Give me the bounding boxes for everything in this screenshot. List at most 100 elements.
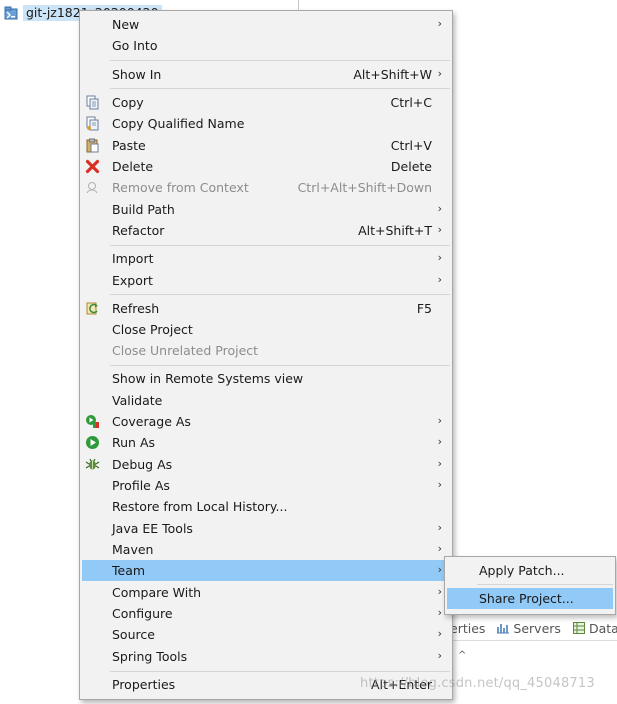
menu-item-spring-tools[interactable]: Spring Tools ›	[82, 646, 450, 667]
data-source-tab-label: Data So	[588, 620, 617, 636]
menu-item-export[interactable]: Export ›	[82, 270, 450, 291]
submenu-arrow-icon: ›	[437, 542, 442, 555]
menu-item-import[interactable]: Import ›	[82, 248, 450, 269]
delete-icon	[85, 159, 100, 174]
menu-item-label: Compare With	[112, 585, 202, 600]
menu-item-paste[interactable]: Paste Ctrl+V	[82, 135, 450, 156]
submenu-arrow-icon: ›	[437, 202, 442, 215]
view-tab-data-source[interactable]: Data So	[572, 620, 617, 636]
menu-item-validate[interactable]: Validate	[82, 390, 450, 411]
menu-item-label: Maven	[112, 542, 154, 557]
menu-item-close-project[interactable]: Close Project	[82, 319, 450, 340]
menu-item-close-unrelated-project: Close Unrelated Project	[82, 340, 450, 361]
menu-item-copy[interactable]: Copy Ctrl+C	[82, 92, 450, 113]
menu-item-team[interactable]: Team ›	[82, 560, 450, 581]
menu-item-label: Copy	[112, 95, 144, 110]
menu-item-label: Debug As	[112, 457, 173, 472]
menu-item-source[interactable]: Source ›	[82, 624, 450, 645]
run-icon	[85, 435, 100, 450]
menu-item-label: Refactor	[112, 223, 165, 238]
submenu-arrow-icon: ›	[437, 457, 442, 470]
menu-separator	[110, 60, 450, 61]
menu-item-label: Show In	[112, 67, 162, 82]
menu-item-label: Run As	[112, 435, 156, 450]
remove-from-context-icon	[85, 180, 100, 195]
menu-item-java-ee-tools[interactable]: Java EE Tools ›	[82, 518, 450, 539]
properties-tab-label: erties	[450, 620, 486, 636]
submenu-arrow-icon: ›	[437, 435, 442, 448]
submenu-arrow-icon: ›	[437, 563, 442, 576]
menu-item-show-in-remote-systems[interactable]: Show in Remote Systems view	[82, 368, 450, 389]
submenu-arrow-icon: ›	[437, 251, 442, 264]
menu-item-show-in[interactable]: Show In Alt+Shift+W ›	[82, 64, 450, 85]
menu-item-label: Paste	[112, 138, 146, 153]
project-icon	[4, 6, 18, 20]
menu-item-run-as[interactable]: Run As ›	[82, 432, 450, 453]
menu-item-remove-from-context: Remove from Context Ctrl+Alt+Shift+Down	[82, 177, 450, 198]
submenu-item-apply-patch[interactable]: Apply Patch...	[447, 560, 613, 581]
menu-item-build-path[interactable]: Build Path ›	[82, 199, 450, 220]
servers-icon	[497, 622, 510, 634]
submenu-arrow-icon: ›	[437, 273, 442, 286]
submenu-arrow-icon: ›	[437, 627, 442, 640]
menu-item-label: Remove from Context	[112, 180, 249, 195]
menu-item-refresh[interactable]: Refresh F5	[82, 298, 450, 319]
menu-item-label: Validate	[112, 393, 163, 408]
menu-item-label: Delete	[112, 159, 154, 174]
menu-item-label: Profile As	[112, 478, 170, 493]
menu-item-compare-with[interactable]: Compare With ›	[82, 582, 450, 603]
menu-item-label: Refresh	[112, 301, 160, 316]
submenu-arrow-icon: ›	[437, 223, 442, 236]
menu-separator	[110, 245, 450, 246]
submenu-arrow-icon: ›	[437, 17, 442, 30]
menu-item-shortcut: Delete	[390, 159, 432, 174]
menu-item-label: Restore from Local History...	[112, 499, 288, 514]
menu-item-label: Export	[112, 273, 153, 288]
menu-separator	[110, 671, 450, 672]
view-tabs: erties Servers Data So	[450, 618, 617, 638]
menu-item-label: Source	[112, 627, 155, 642]
menu-item-refactor[interactable]: Refactor Alt+Shift+T ›	[82, 220, 450, 241]
submenu-item-label: Apply Patch...	[479, 563, 565, 578]
menu-item-delete[interactable]: Delete Delete	[82, 156, 450, 177]
context-menu: New › Go Into Show In Alt+Shift+W › Copy…	[79, 10, 453, 700]
servers-tab-label: Servers	[513, 620, 561, 636]
submenu-arrow-icon: ›	[437, 606, 442, 619]
view-tab-properties[interactable]: erties	[450, 621, 485, 636]
menu-item-new[interactable]: New ›	[82, 14, 450, 35]
menu-item-label: Configure	[112, 606, 173, 621]
collapse-caret-icon[interactable]: ^	[458, 650, 466, 661]
menu-item-label: Close Project	[112, 322, 193, 337]
menu-item-shortcut: Ctrl+V	[390, 138, 432, 153]
menu-item-go-into[interactable]: Go Into	[82, 35, 450, 56]
menu-item-shortcut: Alt+Shift+T	[358, 223, 432, 238]
coverage-icon	[85, 414, 100, 429]
menu-separator	[477, 584, 613, 585]
submenu-arrow-icon: ›	[437, 585, 442, 598]
menu-item-debug-as[interactable]: Debug As ›	[82, 454, 450, 475]
team-submenu: Apply Patch... Share Project...	[444, 556, 616, 615]
menu-item-configure[interactable]: Configure ›	[82, 603, 450, 624]
menu-item-label: Build Path	[112, 202, 175, 217]
menu-item-label: Properties	[112, 677, 176, 692]
submenu-arrow-icon: ›	[437, 649, 442, 662]
menu-item-label: Import	[112, 251, 154, 266]
data-source-icon	[572, 622, 585, 634]
menu-item-label: Coverage As	[112, 414, 191, 429]
menu-item-label: Close Unrelated Project	[112, 343, 259, 358]
menu-separator	[110, 88, 450, 89]
menu-item-maven[interactable]: Maven ›	[82, 539, 450, 560]
menu-item-coverage-as[interactable]: Coverage As ›	[82, 411, 450, 432]
menu-item-shortcut: Ctrl+C	[390, 95, 432, 110]
menu-item-restore-from-local-history[interactable]: Restore from Local History...	[82, 496, 450, 517]
menu-item-profile-as[interactable]: Profile As ›	[82, 475, 450, 496]
refresh-icon	[85, 301, 100, 316]
menu-item-copy-qualified-name[interactable]: Copy Qualified Name	[82, 113, 450, 134]
menu-item-label: New	[112, 17, 140, 32]
menu-item-label: Go Into	[112, 38, 158, 53]
submenu-item-label: Share Project...	[479, 591, 574, 606]
submenu-arrow-icon: ›	[437, 521, 442, 534]
view-tab-servers[interactable]: Servers	[497, 621, 561, 636]
submenu-item-share-project[interactable]: Share Project...	[447, 588, 613, 609]
paste-icon	[85, 138, 100, 153]
